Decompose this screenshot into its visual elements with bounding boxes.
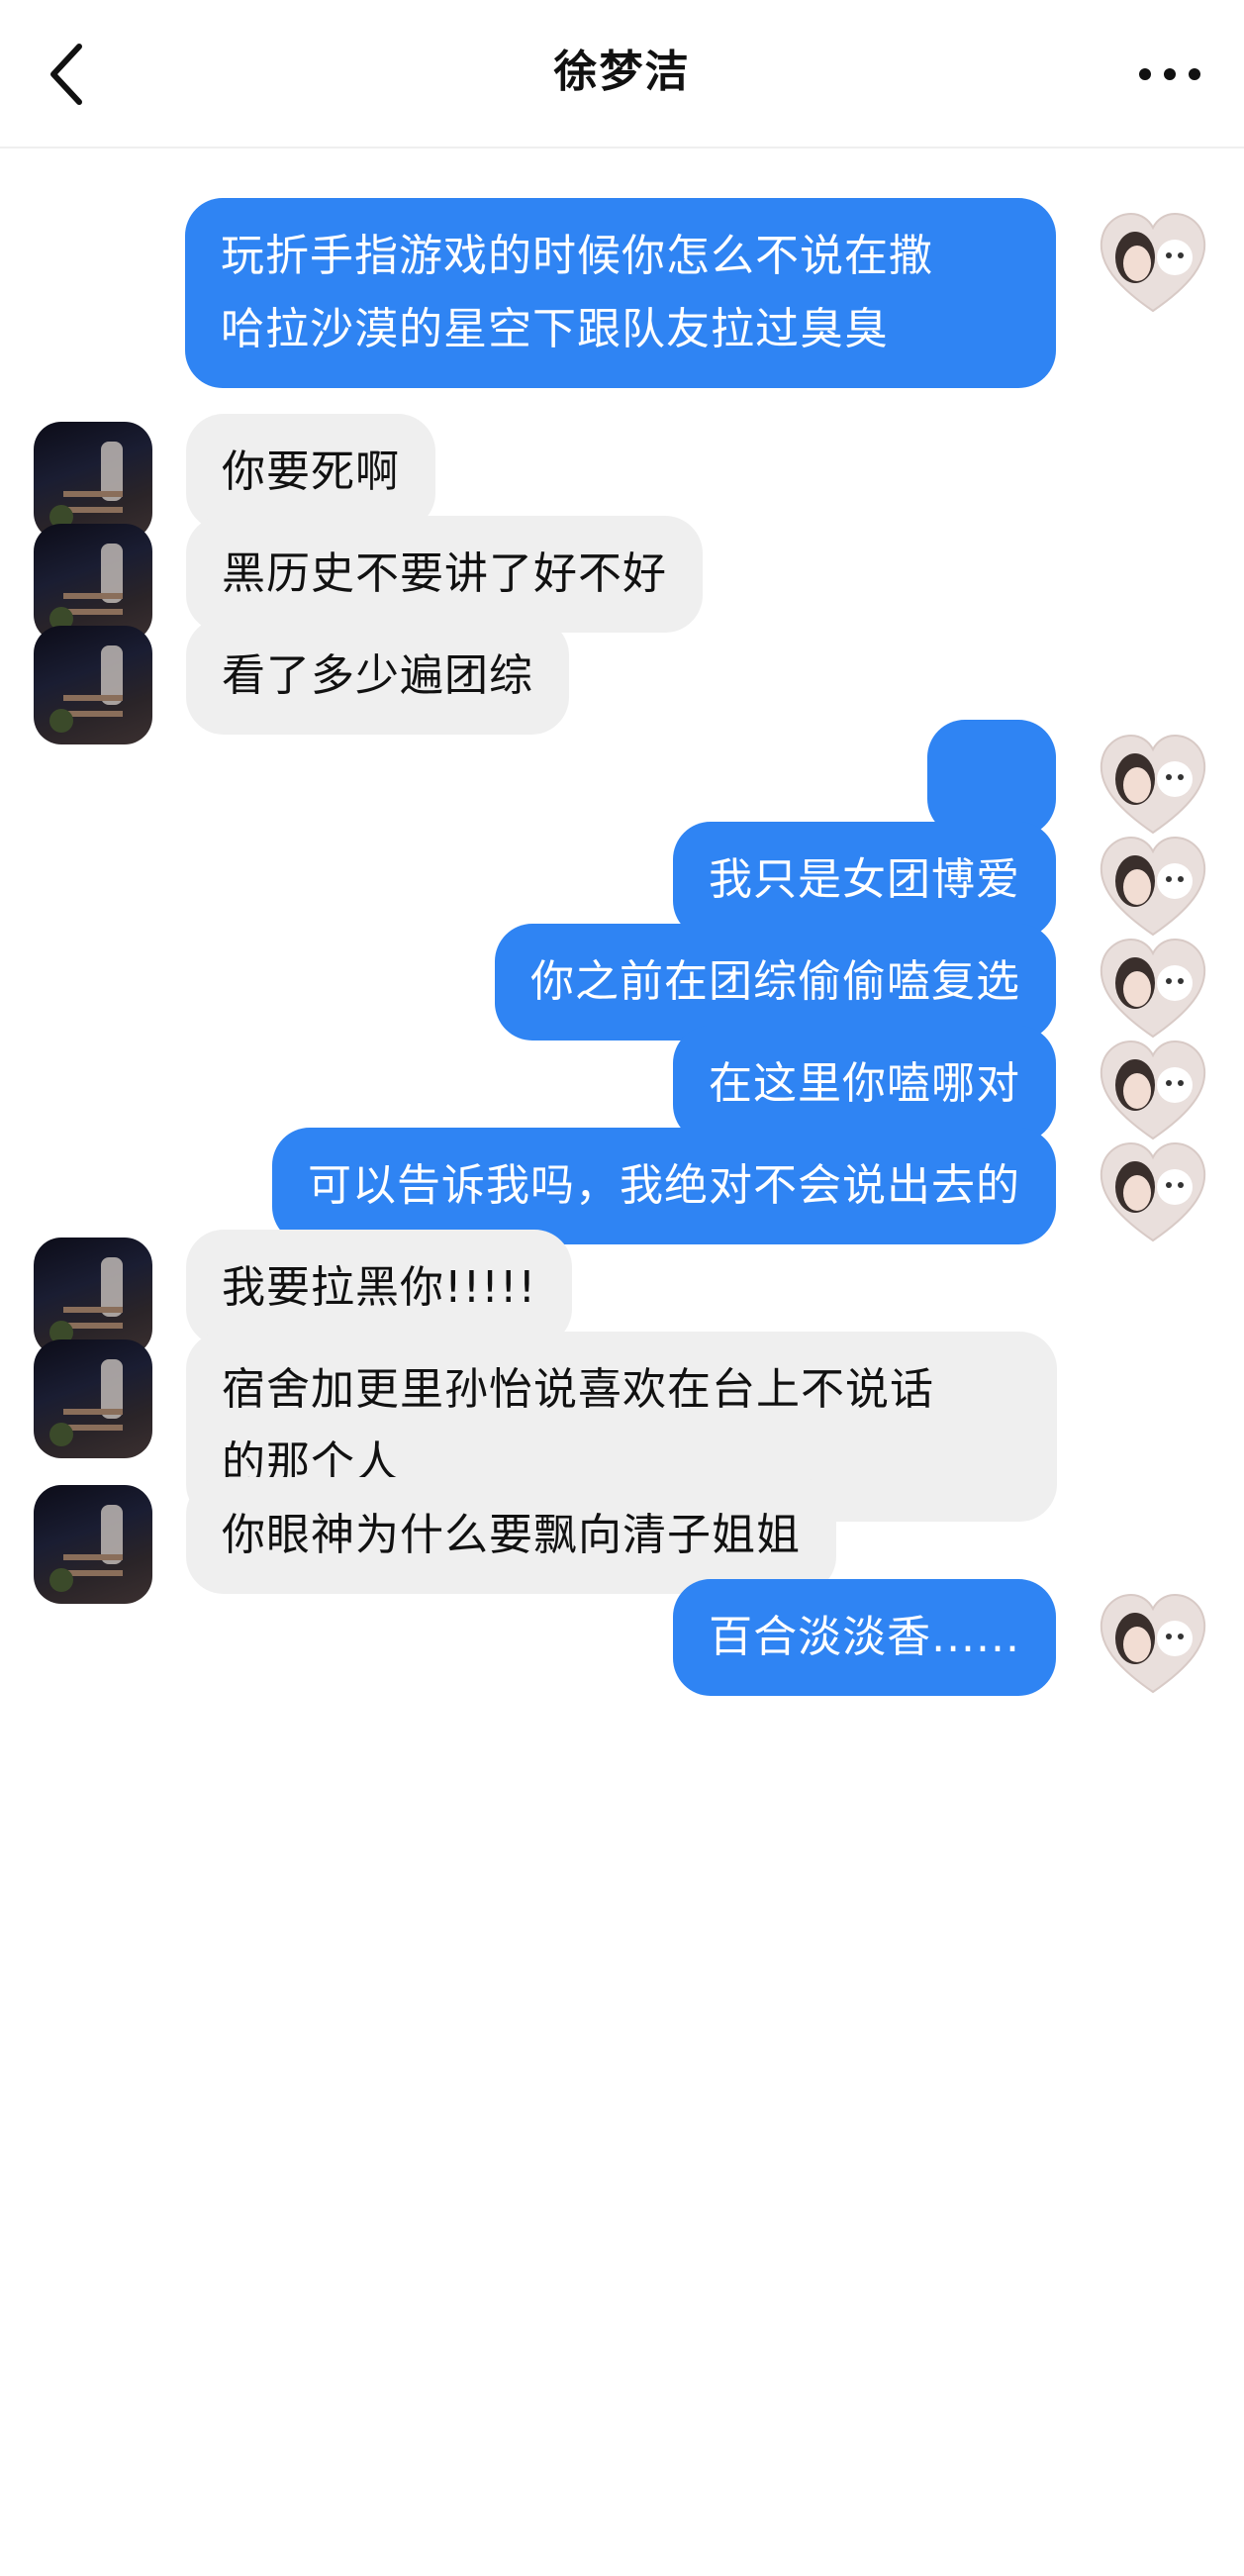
my-avatar[interactable]: [1096, 1136, 1210, 1250]
heart-avatar-icon: [1100, 1141, 1206, 1242]
contact-avatar[interactable]: [34, 626, 152, 744]
more-dots-icon: [1139, 68, 1200, 80]
message-list: 玩折手指游戏的时候你怎么不说在撒 哈拉沙漠的星空下跟队友拉过臭臭 你要死啊 黑历…: [0, 149, 1244, 2576]
message-bubble-sent[interactable]: 玩折手指游戏的时候你怎么不说在撒 哈拉沙漠的星空下跟队友拉过臭臭: [185, 198, 1056, 388]
message-bubble-received[interactable]: 我要拉黑你!!!!!: [186, 1230, 573, 1346]
heart-avatar-icon: [1100, 1593, 1206, 1694]
contact-avatar[interactable]: [34, 1339, 152, 1458]
heart-avatar-icon: [1100, 212, 1206, 313]
contact-avatar[interactable]: [34, 422, 152, 541]
more-options-button[interactable]: [1135, 54, 1204, 94]
message-bubble-received[interactable]: 黑历史不要讲了好不好: [186, 516, 703, 633]
my-avatar[interactable]: [1096, 1034, 1210, 1148]
my-avatar[interactable]: [1096, 206, 1210, 321]
my-avatar[interactable]: [1096, 932, 1210, 1046]
chat-screen: 徐梦洁 玩折手指游戏的时候你怎么不说在撒 哈拉沙漠的星空下跟队友拉过臭臭 你要死…: [0, 0, 1244, 2576]
message-bubble-received[interactable]: 你眼神为什么要飘向清子姐姐: [186, 1477, 836, 1594]
contact-photo-icon: [49, 442, 123, 529]
heart-avatar-icon: [1100, 1040, 1206, 1140]
message-bubble-sent[interactable]: 在这里你嗑哪对: [673, 1026, 1056, 1142]
my-avatar[interactable]: [1096, 728, 1210, 842]
message-bubble-sent[interactable]: [927, 720, 1056, 961]
message-bubble-received[interactable]: 看了多少遍团综: [186, 618, 569, 735]
my-avatar[interactable]: [1096, 830, 1210, 944]
contact-avatar[interactable]: [34, 1238, 152, 1356]
message-bubble-sent[interactable]: 百合淡淡香......: [673, 1579, 1056, 1696]
contact-photo-icon: [49, 1257, 123, 1344]
my-avatar[interactable]: [1096, 1587, 1210, 1702]
message-bubble-sent[interactable]: 你之前在团综偷偷嗑复选: [495, 924, 1056, 1040]
contact-photo-icon: [49, 645, 123, 733]
heart-avatar-icon: [1100, 938, 1206, 1039]
chat-header: 徐梦洁: [0, 0, 1244, 149]
chat-title: 徐梦洁: [553, 47, 691, 97]
message-bubble-sent[interactable]: 可以告诉我吗，我绝对不会说出去的: [272, 1128, 1056, 1244]
message-bubble-received[interactable]: 你要死啊: [186, 414, 435, 531]
contact-avatar[interactable]: [34, 524, 152, 643]
contact-avatar[interactable]: [34, 1485, 152, 1604]
contact-photo-icon: [49, 1359, 123, 1446]
heart-avatar-icon: [1100, 734, 1206, 835]
message-bubble-sent[interactable]: 我只是女团博爱: [673, 822, 1056, 939]
contact-photo-icon: [49, 544, 123, 631]
heart-avatar-icon: [1100, 836, 1206, 937]
contact-photo-icon: [49, 1505, 123, 1592]
